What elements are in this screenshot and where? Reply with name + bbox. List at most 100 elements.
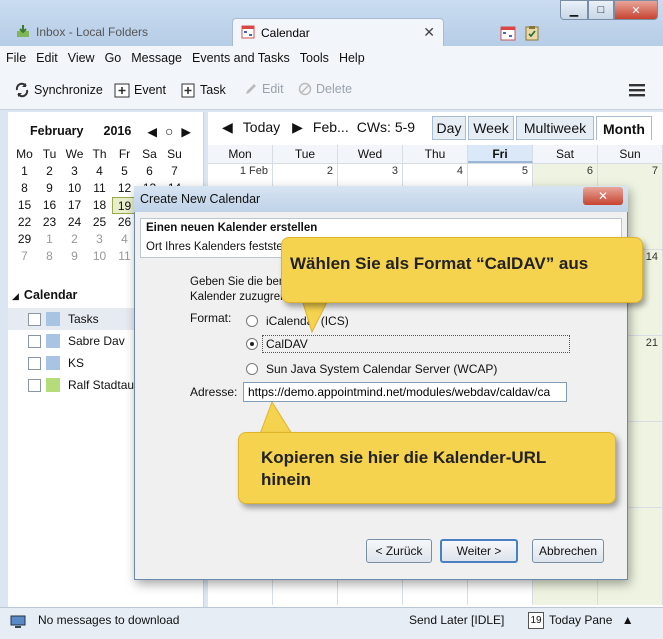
minical-day[interactable]: 18	[87, 197, 112, 214]
calendar-list-header[interactable]: ◢ Calendar	[12, 288, 77, 302]
minimize-button[interactable]: ▁	[560, 0, 588, 20]
calendar-name: KS	[68, 356, 85, 370]
previous-arrow-icon[interactable]: ◀	[222, 119, 233, 136]
radio-button[interactable]	[246, 363, 258, 375]
dialog-close-button[interactable]: ✕	[583, 187, 623, 205]
callout-url-line2: hinein	[261, 470, 312, 489]
today-button[interactable]: Today	[243, 119, 280, 135]
minical-day-other-month[interactable]: 8	[37, 248, 62, 265]
minical-day[interactable]: 17	[62, 197, 87, 214]
calendar-tab-icon[interactable]	[500, 25, 516, 41]
minical-day-other-month[interactable]: 3	[87, 231, 112, 248]
calendar-name: Tasks	[68, 312, 99, 326]
today-pane-toggle[interactable]: Today Pane ▲	[549, 613, 634, 627]
menu-file[interactable]: File	[6, 51, 26, 65]
tab-calendar[interactable]: Calendar ✕	[232, 18, 444, 46]
today-pane-date-icon: 19	[528, 612, 544, 629]
minical-weekday: Th	[92, 147, 107, 161]
calendar-checkbox[interactable]	[28, 312, 41, 326]
new-event-icon	[114, 83, 130, 98]
minical-day[interactable]: 11	[87, 180, 112, 197]
collapse-triangle-icon[interactable]: ◢	[12, 291, 19, 301]
tasks-tab-icon[interactable]	[524, 25, 540, 41]
calendar-color-swatch	[46, 334, 60, 348]
calendar-checkbox[interactable]	[28, 334, 41, 348]
sync-icon	[15, 82, 29, 98]
minical-day[interactable]: 5	[112, 163, 137, 180]
dialog-title: Create New Calendar	[134, 186, 628, 212]
close-tab-icon[interactable]: ✕	[423, 24, 435, 41]
synchronize-button[interactable]: Synchronize	[14, 82, 103, 98]
tab-inbox[interactable]: Inbox - Local Folders	[8, 18, 230, 46]
minical-day-other-month[interactable]: 2	[62, 231, 87, 248]
minical-day[interactable]: 25	[87, 214, 112, 231]
menu-bar: File Edit View Go Message Events and Tas…	[0, 46, 663, 70]
minical-day[interactable]: 16	[37, 197, 62, 214]
radio-caldav[interactable]: CalDAV	[246, 337, 308, 351]
next-button[interactable]: Weiter >	[440, 539, 518, 563]
next-arrow-icon[interactable]: ▶	[292, 119, 303, 136]
view-tab-week[interactable]: Week	[468, 116, 514, 140]
minical-day-other-month[interactable]: 7	[12, 248, 37, 265]
minical-day[interactable]: 29	[12, 231, 37, 248]
minical-day[interactable]: 1	[12, 163, 37, 180]
maximize-button[interactable]: □	[588, 0, 614, 20]
callout-url: Kopieren sie hier die Kalender-URL hinei…	[238, 432, 616, 504]
menu-events-and-tasks[interactable]: Events and Tasks	[192, 51, 290, 65]
minical-day[interactable]: 2	[37, 163, 62, 180]
minical-today-icon[interactable]: ○	[165, 123, 173, 139]
menu-edit[interactable]: Edit	[36, 51, 58, 65]
minical-weekday-row: Mo Tu We Th Fr Sa Su	[12, 146, 202, 163]
minical-day[interactable]: 10	[62, 180, 87, 197]
minical-day-other-month[interactable]: 1	[37, 231, 62, 248]
view-tab-day[interactable]: Day	[432, 116, 466, 140]
new-event-button[interactable]: Event	[114, 82, 166, 98]
menu-message[interactable]: Message	[131, 51, 182, 65]
minical-day[interactable]: 24	[62, 214, 87, 231]
menu-help[interactable]: Help	[339, 51, 365, 65]
minical-day[interactable]: 15	[12, 197, 37, 214]
minical-day[interactable]: 3	[62, 163, 87, 180]
radio-button[interactable]	[246, 315, 258, 327]
radio-icalendar[interactable]: iCalendar (ICS)	[246, 314, 349, 328]
send-later-status[interactable]: Send Later [IDLE]	[409, 613, 504, 627]
calendar-checkbox[interactable]	[28, 356, 41, 370]
back-button[interactable]: < Zurück	[366, 539, 432, 563]
menu-view[interactable]: View	[68, 51, 95, 65]
address-input[interactable]	[243, 382, 567, 402]
minical-day[interactable]: 8	[12, 180, 37, 197]
minical-prev-icon[interactable]: ◀	[147, 124, 157, 139]
radio-button-selected[interactable]	[246, 338, 258, 350]
minical-day-other-month[interactable]: 10	[87, 248, 112, 265]
day-number: 14	[645, 251, 658, 263]
calendar-list-title: Calendar	[23, 288, 78, 302]
minical-day[interactable]: 4	[87, 163, 112, 180]
minical-day[interactable]: 7	[162, 163, 187, 180]
new-task-button[interactable]: Task	[180, 82, 226, 98]
minical-year[interactable]: 2016	[104, 124, 132, 138]
minical-day[interactable]: 23	[37, 214, 62, 231]
view-tab-multiweek[interactable]: Multiweek	[516, 116, 594, 140]
minical-weekday: We	[65, 147, 84, 161]
radio-label: Sun Java System Calendar Server (WCAP)	[266, 362, 498, 376]
minical-day[interactable]: 22	[12, 214, 37, 231]
cancel-button[interactable]: Abbrechen	[532, 539, 604, 563]
delete-button[interactable]: Delete	[298, 82, 352, 96]
view-tab-month[interactable]: Month	[596, 116, 652, 140]
radio-wcap[interactable]: Sun Java System Calendar Server (WCAP)	[246, 362, 497, 376]
callout-pointer	[301, 300, 329, 334]
menu-go[interactable]: Go	[105, 51, 122, 65]
minical-next-icon[interactable]: ▶	[181, 124, 191, 139]
new-task-icon	[181, 83, 195, 98]
menu-tools[interactable]: Tools	[300, 51, 329, 65]
day-number: 1 Feb	[239, 165, 268, 177]
hamburger-menu-icon[interactable]	[628, 82, 646, 98]
dialog-subheading: Ort Ihres Kalenders feststellen	[146, 241, 301, 253]
close-window-button[interactable]: ✕	[614, 0, 658, 20]
minical-month[interactable]: February	[30, 124, 84, 138]
minical-day[interactable]: 6	[137, 163, 162, 180]
edit-button[interactable]: Edit	[244, 82, 284, 96]
calendar-checkbox[interactable]	[28, 378, 41, 392]
minical-day-other-month[interactable]: 9	[62, 248, 87, 265]
minical-day[interactable]: 9	[37, 180, 62, 197]
